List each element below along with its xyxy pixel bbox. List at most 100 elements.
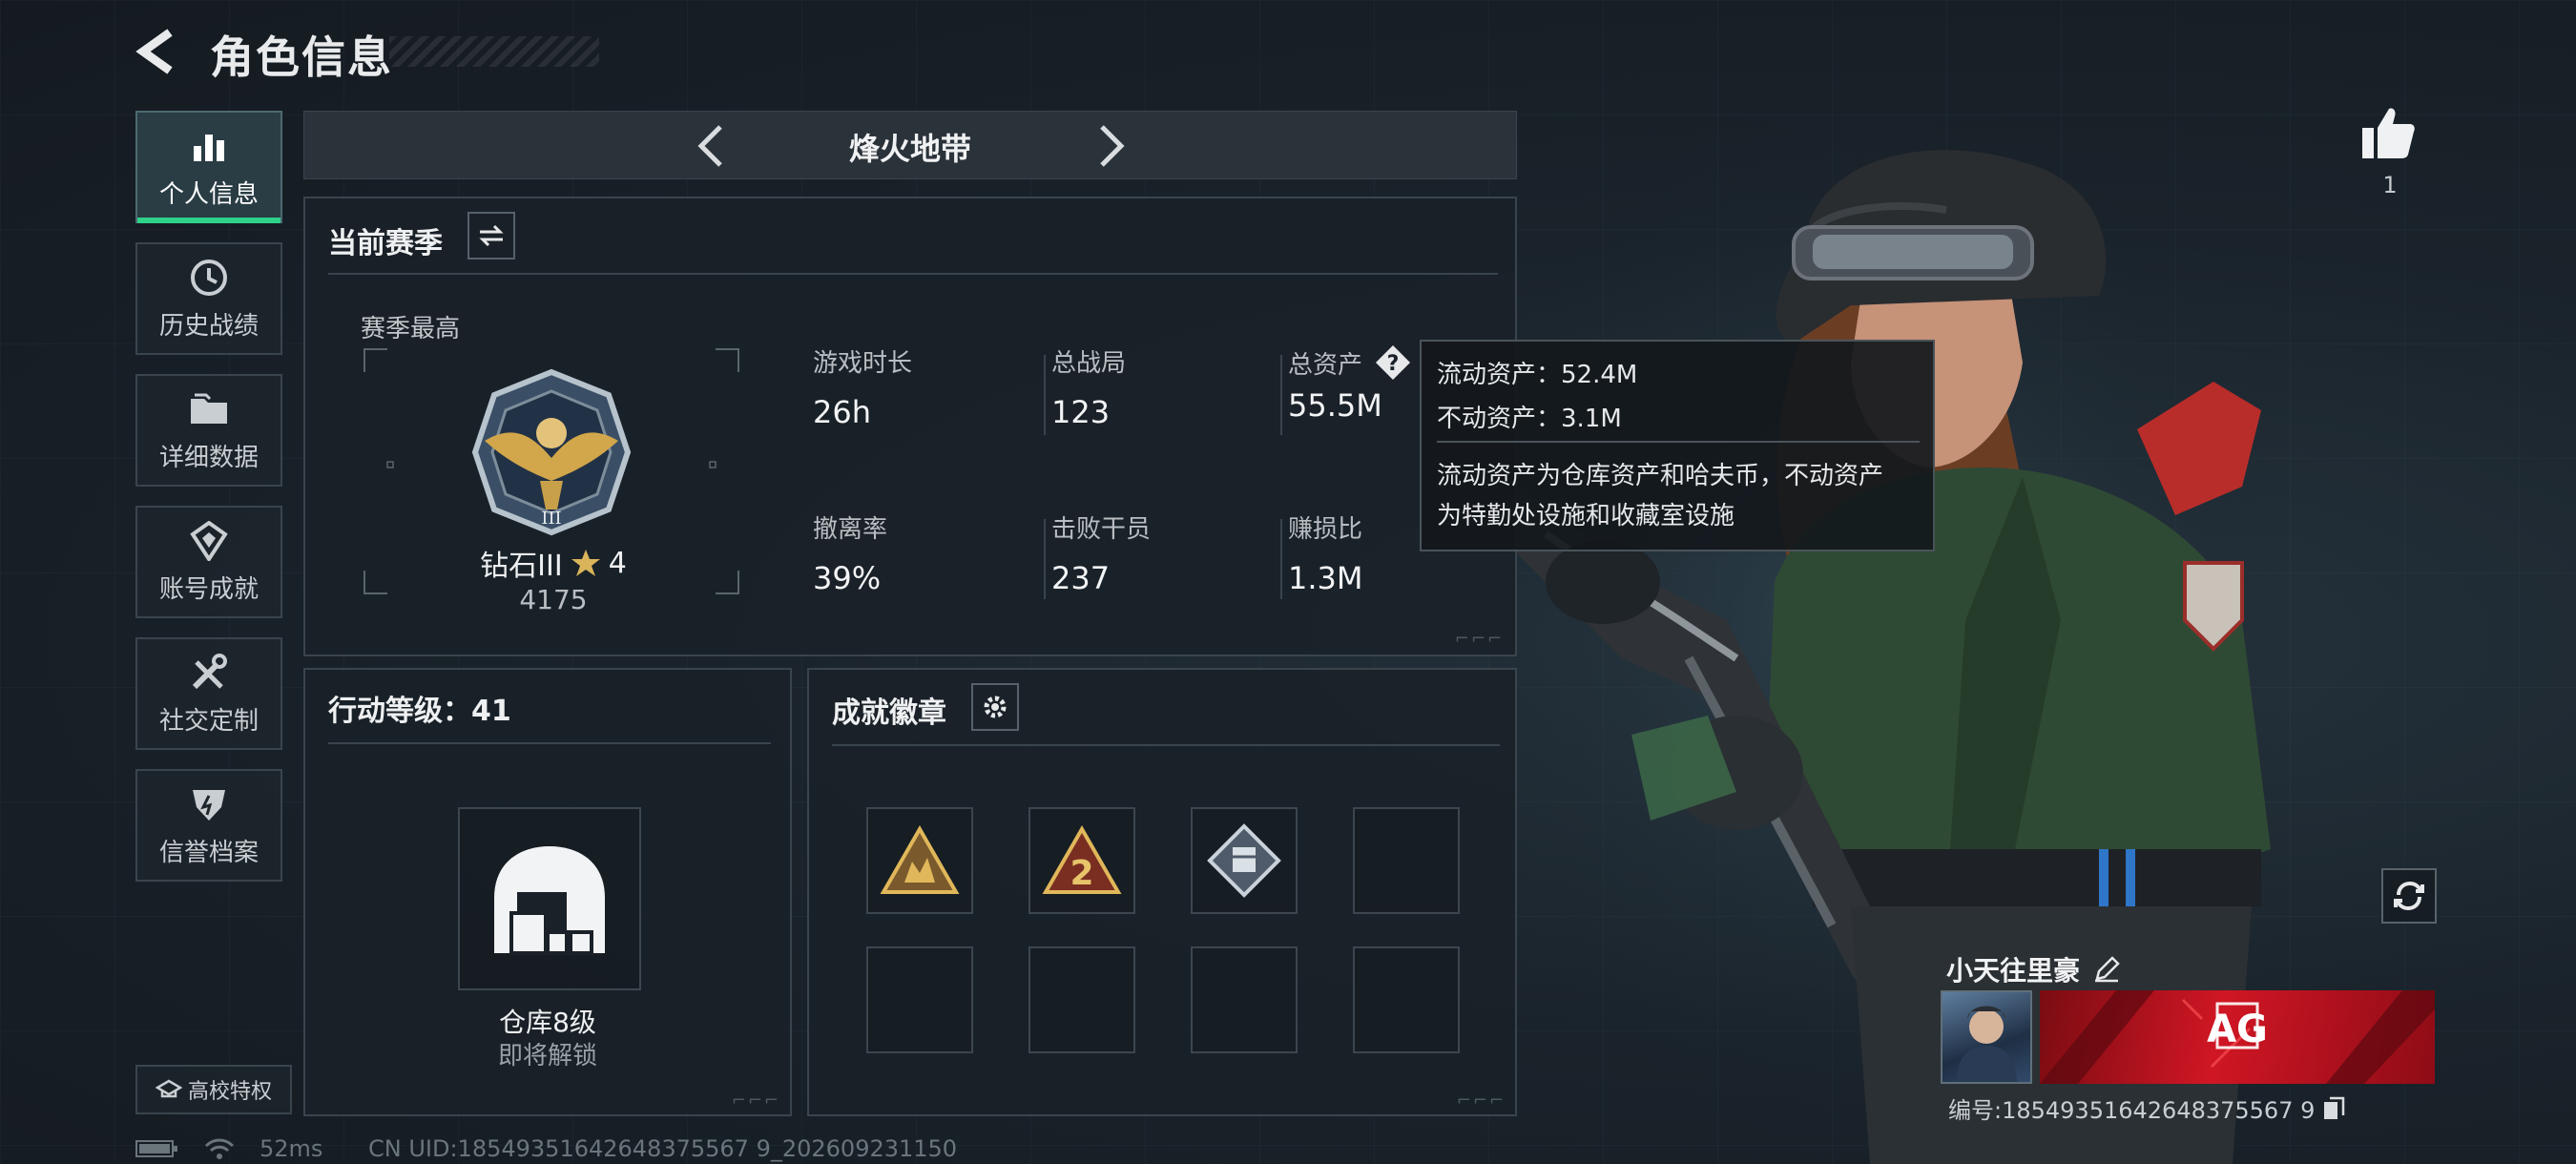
credit-shield-icon xyxy=(188,783,230,825)
stat-separator xyxy=(1280,519,1282,599)
banner-graphic: AG xyxy=(2040,990,2435,1084)
badge-slot-3[interactable] xyxy=(1191,807,1298,914)
badge-slot-2[interactable]: 2 xyxy=(1028,807,1135,914)
tooltip-liquid-assets: 流动资产：52.4M xyxy=(1437,361,1638,389)
bar-chart-icon xyxy=(188,125,230,167)
uid-line: CN UID:18549351642648375567 9_2026092311… xyxy=(368,1135,958,1162)
school-privilege-button[interactable]: 高校特权 xyxy=(135,1065,292,1114)
corner-decoration: ⌐⌐⌐ xyxy=(1456,1091,1506,1111)
badge-slot-8[interactable] xyxy=(1353,946,1460,1053)
stat-play-time: 游戏时长 26h xyxy=(813,343,912,430)
season-title: 当前赛季 xyxy=(328,227,443,260)
nav-item-detailed-data[interactable]: 详细数据 xyxy=(135,374,282,487)
nav-item-account-achievements[interactable]: 账号成就 xyxy=(135,506,282,618)
rank-name: 钻石III xyxy=(480,550,563,583)
nav-item-profile[interactable]: 个人信息 xyxy=(135,111,282,223)
tooltip-description-line1: 流动资产为仓库资产和哈夫币，不动资产 xyxy=(1437,462,1884,490)
nav-item-social-custom[interactable]: 社交定制 xyxy=(135,637,282,750)
next-mode-arrow-icon[interactable] xyxy=(1092,121,1131,171)
rank-emblem-icon: III xyxy=(471,368,632,536)
back-arrow-icon[interactable] xyxy=(135,27,183,76)
stat-value: 123 xyxy=(1051,394,1111,430)
achievement-icon xyxy=(188,520,230,562)
badge-slot-1[interactable] xyxy=(866,807,973,914)
stat-separator xyxy=(1280,355,1282,435)
stat-label: 撤离率 xyxy=(813,515,888,544)
player-id: 编号:18549351642648375567 9 xyxy=(1948,1097,2316,1124)
achievements-title: 成就徽章 xyxy=(832,696,946,730)
rank-stars: 4 xyxy=(608,546,627,580)
desert-triangle-badge-icon xyxy=(880,825,960,894)
player-name: 小天往里豪 xyxy=(1946,955,2081,987)
stat-value: 39% xyxy=(813,560,882,596)
ping-value: 52ms xyxy=(260,1135,323,1162)
season-best-label: 赛季最高 xyxy=(361,315,461,343)
nav-item-credit-record[interactable]: 信誉档案 xyxy=(135,769,282,882)
stat-label: 击败干员 xyxy=(1051,515,1152,544)
gear-icon xyxy=(984,696,1007,718)
banner-logo-text: AG xyxy=(2207,1008,2268,1051)
current-season-panel: 当前赛季 赛季最高 III 钻石III 4 4175 游戏时长 26h 总战局 … xyxy=(303,197,1517,656)
stat-extraction-rate: 撤离率 39% xyxy=(813,509,887,596)
wifi-icon xyxy=(204,1138,235,1159)
edit-pencil-icon[interactable] xyxy=(2093,956,2120,983)
stat-value: 55.5M xyxy=(1288,387,1382,424)
stat-total-assets: 总资产 ? 55.5M xyxy=(1288,343,1412,424)
tooltip-divider xyxy=(1437,441,1920,443)
school-privilege-label: 高校特权 xyxy=(187,1080,272,1104)
player-name-row: 小天往里豪 xyxy=(1946,950,2120,988)
tools-icon xyxy=(188,652,230,694)
stat-label: 总资产 xyxy=(1288,350,1363,380)
badge-slot-4[interactable] xyxy=(1353,807,1460,914)
season-divider xyxy=(328,273,1498,275)
avatar[interactable] xyxy=(1941,990,2032,1084)
action-level-divider xyxy=(328,742,771,744)
diamond-badge-icon xyxy=(1207,823,1281,898)
svg-text:?: ? xyxy=(1387,352,1400,376)
achievements-divider xyxy=(832,744,1500,746)
number-two-badge-icon: 2 xyxy=(1042,825,1122,894)
warehouse-unlock-tile[interactable] xyxy=(458,807,641,990)
folder-icon xyxy=(188,388,230,430)
help-question-icon[interactable]: ? xyxy=(1374,343,1412,382)
badge-settings-button[interactable] xyxy=(971,683,1019,731)
nav-item-history[interactable]: 历史战绩 xyxy=(135,242,282,355)
star-icon xyxy=(571,550,600,576)
refresh-button[interactable] xyxy=(2381,868,2437,924)
stat-value: 237 xyxy=(1051,560,1111,596)
nav-label: 信誉档案 xyxy=(158,838,259,867)
badge-slot-6[interactable] xyxy=(1028,946,1135,1053)
badge-slot-7[interactable] xyxy=(1191,946,1298,1053)
title-decoration xyxy=(389,36,599,67)
svg-text:2: 2 xyxy=(1070,854,1093,893)
thumbs-up-icon[interactable] xyxy=(2358,103,2418,162)
nav-label: 社交定制 xyxy=(158,706,259,736)
achievement-badges-panel: 成就徽章 2 ⌐⌐⌐ xyxy=(807,668,1517,1116)
warehouse-icon xyxy=(494,846,605,955)
tooltip-description-line2: 为特勤处设施和收藏室设施 xyxy=(1437,502,1735,530)
player-id-row: 编号:18549351642648375567 9 xyxy=(1948,1091,2345,1125)
stat-label: 游戏时长 xyxy=(813,349,913,378)
nav-label: 个人信息 xyxy=(158,179,259,209)
tooltip-fixed-assets: 不动资产：3.1M xyxy=(1437,405,1622,433)
assets-tooltip: 流动资产：52.4M 不动资产：3.1M 流动资产为仓库资产和哈夫币，不动资产 … xyxy=(1420,340,1935,551)
action-level-panel: 行动等级：41 仓库8级 即将解锁 ⌐⌐⌐ xyxy=(303,668,792,1116)
nav-label: 详细数据 xyxy=(158,443,259,472)
unlock-status: 即将解锁 xyxy=(497,1042,597,1070)
unlock-name: 仓库8级 xyxy=(499,1007,596,1038)
corner-decoration: ⌐⌐⌐ xyxy=(1454,629,1504,649)
mode-selector: 烽火地带 xyxy=(303,111,1517,179)
stat-separator xyxy=(1044,519,1046,599)
stat-value: 1.3M xyxy=(1288,560,1363,596)
switch-season-button[interactable] xyxy=(467,212,515,260)
avatar-portrait-icon xyxy=(1956,1006,2017,1082)
stat-label: 赚损比 xyxy=(1288,515,1363,544)
stat-total-matches: 总战局 123 xyxy=(1051,343,1126,430)
rank-name-row: 钻石III 4 xyxy=(401,542,706,584)
status-bar: 52ms xyxy=(135,1135,322,1162)
history-clock-icon xyxy=(188,257,230,299)
badge-slot-5[interactable] xyxy=(866,946,973,1053)
copy-icon[interactable] xyxy=(2322,1096,2345,1121)
stat-value: 26h xyxy=(813,394,871,430)
school-icon xyxy=(155,1079,182,1098)
